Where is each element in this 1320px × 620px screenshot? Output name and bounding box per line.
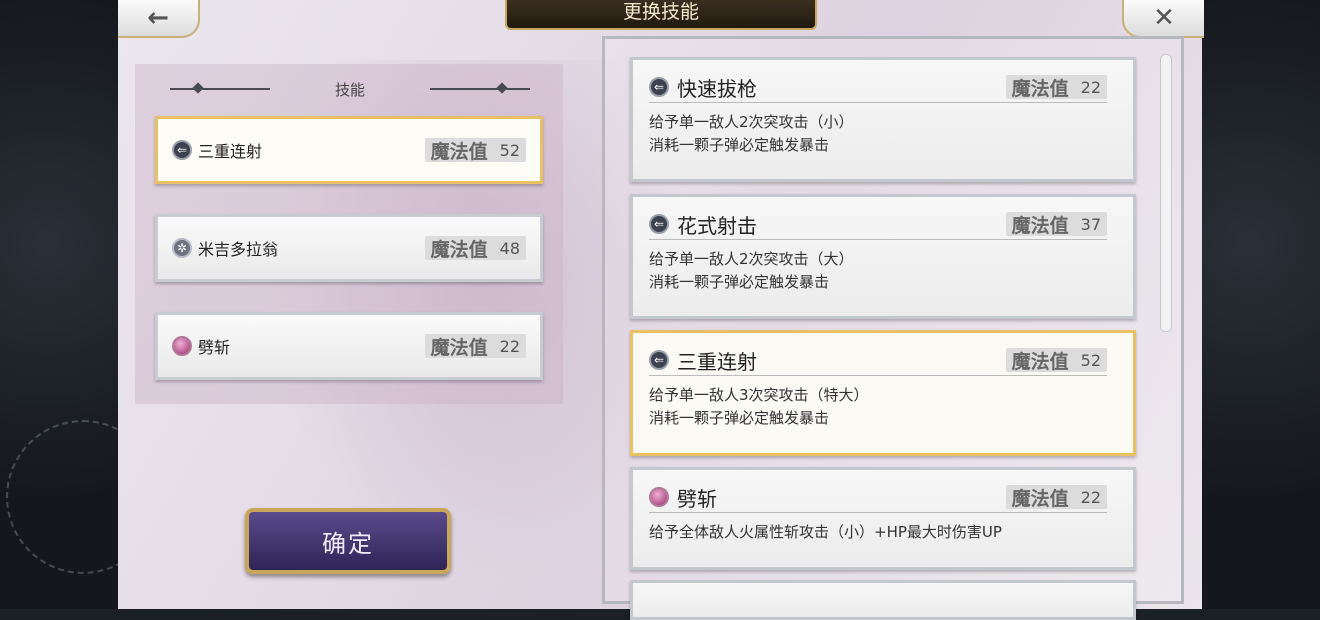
mp-cost-badge: 魔法值 48 (424, 236, 526, 261)
slash-icon (649, 487, 669, 507)
description-line: 给予单一敌人2次突攻击（小） (649, 113, 854, 131)
confirm-button[interactable]: 确定 (245, 508, 451, 574)
gun-icon: ⇐ (649, 214, 669, 234)
page-title: 更换技能 (505, 0, 817, 30)
mp-label: 魔法值 (1011, 487, 1069, 510)
skills-heading: 技能 (334, 80, 365, 99)
mp-label: 魔法值 (1011, 350, 1069, 373)
mp-value: 37 (1080, 214, 1101, 234)
description-line: 消耗一颗子弹必定触发暴击 (649, 273, 830, 291)
skill-name: 三重连射 (677, 349, 757, 374)
equipped-slot-3[interactable]: 劈斩 魔法值 22 (155, 312, 543, 380)
mp-label: 魔法值 (430, 238, 488, 261)
mp-cost-badge: 魔法值 22 (1005, 75, 1107, 100)
mp-cost-badge: 魔法值 22 (424, 334, 526, 359)
skill-card[interactable]: ⇐ 快速拔枪 魔法值 22 给予单一敌人2次突攻击（小） 消耗一颗子弹必定触发暴… (630, 57, 1136, 182)
gun-icon: ⇐ (172, 140, 192, 160)
skill-card-header: ⇐ 快速拔枪 魔法值 22 (649, 72, 1107, 103)
mp-value: 22 (1080, 77, 1101, 97)
skill-name: 三重连射 (198, 142, 263, 161)
mp-cost-badge: 魔法值 52 (1005, 348, 1107, 373)
mp-cost-badge: 魔法值 22 (1005, 485, 1107, 510)
equipped-skills-header: 技能 (170, 76, 530, 102)
mp-value: 52 (499, 140, 520, 160)
left-background (0, 0, 160, 609)
skill-card-header: 劈斩 魔法值 22 (649, 482, 1107, 513)
mp-value: 52 (1080, 350, 1101, 370)
back-button[interactable]: ← (118, 0, 200, 38)
skill-description: 给予单一敌人2次突攻击（小） 消耗一颗子弹必定触发暴击 (649, 111, 1117, 157)
skill-name: 劈斩 (198, 338, 231, 357)
skill-list-scrollbar[interactable] (1160, 54, 1172, 332)
description-line: 消耗一颗子弹必定触发暴击 (649, 409, 830, 427)
mp-label: 魔法值 (1011, 77, 1069, 100)
mp-value: 48 (499, 238, 520, 258)
mp-value: 22 (1080, 487, 1101, 507)
description-line: 消耗一颗子弹必定触发暴击 (649, 136, 830, 154)
skill-name: 劈斩 (677, 486, 717, 511)
equipped-slot-2[interactable]: ✲ 米吉多拉翁 魔法值 48 (155, 214, 543, 282)
mp-label: 魔法值 (430, 336, 488, 359)
skill-card-header: ⇐ 花式射击 魔法值 37 (649, 209, 1107, 240)
equipped-slot-1[interactable]: ⇐ 三重连射 魔法值 52 (155, 116, 543, 184)
mp-cost-badge: 魔法值 37 (1005, 212, 1107, 237)
description-line: 给予单一敌人3次突攻击（特大） (649, 386, 869, 404)
mp-value: 22 (499, 336, 520, 356)
star-icon: ✲ (172, 238, 192, 258)
header-ornament-right (430, 88, 530, 90)
description-line: 给予全体敌人火属性斩攻击（小）+HP最大时伤害UP (649, 523, 1002, 541)
mp-label: 魔法值 (430, 140, 488, 163)
header-ornament-left (170, 88, 270, 90)
skill-name: 花式射击 (677, 213, 757, 238)
skill-description: 给予单一敌人2次突攻击（大） 消耗一颗子弹必定触发暴击 (649, 248, 1117, 294)
close-icon: ✕ (1153, 3, 1175, 33)
skill-card-selected[interactable]: ⇐ 三重连射 魔法值 52 给予单一敌人3次突攻击（特大） 消耗一颗子弹必定触发… (630, 330, 1136, 456)
skill-description: 给予全体敌人火属性斩攻击（小）+HP最大时伤害UP (649, 521, 1117, 544)
description-line: 给予单一敌人2次突攻击（大） (649, 250, 854, 268)
right-background (1202, 0, 1320, 609)
gun-icon: ⇐ (649, 350, 669, 370)
close-button[interactable]: ✕ (1122, 0, 1204, 38)
skill-name: 快速拔枪 (677, 76, 757, 101)
skill-name: 米吉多拉翁 (198, 240, 279, 259)
mp-label: 魔法值 (1011, 214, 1069, 237)
skill-description: 给予单一敌人3次突攻击（特大） 消耗一颗子弹必定触发暴击 (649, 384, 1117, 430)
mp-cost-badge: 魔法值 52 (424, 138, 526, 163)
slash-icon (172, 336, 192, 356)
skill-card[interactable]: ⇐ 花式射击 魔法值 37 给予单一敌人2次突攻击（大） 消耗一颗子弹必定触发暴… (630, 194, 1136, 319)
skill-card-partial[interactable] (630, 580, 1136, 620)
back-arrow-icon: ← (147, 3, 169, 33)
gun-icon: ⇐ (649, 77, 669, 97)
skill-card-header: ⇐ 三重连射 魔法值 52 (649, 345, 1107, 376)
skill-card[interactable]: 劈斩 魔法值 22 给予全体敌人火属性斩攻击（小）+HP最大时伤害UP (630, 467, 1136, 570)
